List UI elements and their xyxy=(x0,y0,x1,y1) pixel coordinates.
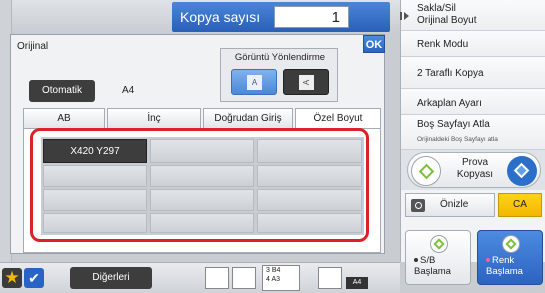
proof-copy-start-icon xyxy=(411,156,441,186)
start-icon xyxy=(502,235,520,253)
others-button[interactable]: Diğerleri xyxy=(70,267,152,289)
checkmark-icon[interactable]: ✔ xyxy=(24,268,44,288)
copy-count-field[interactable]: 1 xyxy=(274,6,349,28)
background-adjust-button[interactable]: Arkaplan Ayarı xyxy=(401,89,545,115)
proof-copy-color-icon xyxy=(507,156,537,186)
duplex-copy-button[interactable]: 2 Taraflı Kopya xyxy=(401,57,545,89)
start-icon xyxy=(430,235,448,253)
paper-icon xyxy=(232,267,256,289)
copy-count-label: Kopya sayısı xyxy=(180,9,261,25)
image-orientation-group: Görüntü Yönlendirme A A xyxy=(220,48,338,102)
custom-size-slot[interactable] xyxy=(150,165,254,187)
expand-arrow-icon[interactable] xyxy=(400,12,409,20)
proof-copy-label: Prova Kopyası xyxy=(456,157,494,180)
copy-count-bar: Kopya sayısı 1 xyxy=(172,2,390,32)
custom-size-slot[interactable] xyxy=(43,213,147,233)
preview-icon xyxy=(411,199,425,212)
tray-status: 3 B4 4 A3 xyxy=(262,265,300,291)
background-adjust-label: Arkaplan Ayarı xyxy=(417,98,482,109)
color-start-label: Renk Başlama xyxy=(486,255,523,277)
custom-size-slot[interactable] xyxy=(257,165,362,187)
clear-all-button[interactable]: CA xyxy=(498,193,542,217)
bw-start-label: S/B Başlama xyxy=(414,255,451,277)
custom-size-slot[interactable] xyxy=(257,189,362,211)
custom-size-slot[interactable] xyxy=(43,165,147,187)
custom-size-grid: X420 Y297 xyxy=(41,137,364,235)
orientation-portrait-button[interactable]: A xyxy=(231,69,277,95)
bottom-bar: ★ ✔ Diğerleri 3 B4 4 A3 A4 xyxy=(0,262,400,293)
custom-size-slot[interactable] xyxy=(150,139,254,163)
orientation-landscape-button[interactable]: A xyxy=(283,69,329,95)
proof-copy-area: Prova Kopyası xyxy=(401,150,545,190)
proof-copy-button[interactable]: Prova Kopyası xyxy=(407,152,541,188)
tab-inch[interactable]: İnç xyxy=(107,108,201,128)
tab-direct-entry[interactable]: Doğrudan Giriş xyxy=(203,108,293,128)
tab-ab[interactable]: AB xyxy=(23,108,105,128)
color-mode-button[interactable]: Renk Modu xyxy=(401,31,545,57)
paper-icon xyxy=(318,267,342,289)
color-start-button[interactable]: Renk Başlama xyxy=(477,230,543,285)
preview-button[interactable]: Önizle xyxy=(405,193,495,217)
custom-size-slot[interactable] xyxy=(257,139,362,163)
blank-page-skip-sub: Orijinaldeki Boş Sayfayı atla xyxy=(417,136,498,143)
tray-line: 4 A3 xyxy=(266,275,281,283)
dialog-title: Orijinal xyxy=(17,41,49,52)
store-delete-label: Sakla/Sil Orijinal Boyut xyxy=(417,3,477,26)
favorites-star-icon[interactable]: ★ xyxy=(2,268,22,288)
tab-custom-size[interactable]: Özel Boyut xyxy=(295,108,381,128)
blank-page-skip-label: Boş Sayfayı Atla xyxy=(417,119,490,130)
orientation-label: Görüntü Yönlendirme xyxy=(234,52,326,63)
color-mode-label: Renk Modu xyxy=(417,39,469,50)
blank-page-skip-button[interactable]: Boş Sayfayı Atla Orijinaldeki Boş Sayfay… xyxy=(401,115,545,150)
custom-size-slot[interactable]: X420 Y297 xyxy=(43,139,147,163)
original-dialog: Orijinal OK Görüntü Yönlendirme A A Otom… xyxy=(10,34,385,254)
auto-size-button[interactable]: Otomatik xyxy=(29,80,95,102)
paper-icon xyxy=(205,267,229,289)
selected-size-value: A4 xyxy=(122,85,135,96)
portrait-page-icon: A xyxy=(247,75,262,90)
tray-line: 3 B4 xyxy=(266,267,281,274)
preview-label: Önizle xyxy=(440,199,469,210)
custom-size-slot[interactable] xyxy=(257,213,362,233)
duplex-copy-label: 2 Taraflı Kopya xyxy=(417,68,484,79)
custom-size-slot[interactable] xyxy=(150,213,254,233)
bw-start-button[interactable]: S/B Başlama xyxy=(405,230,471,285)
paper-size-tag: A4 xyxy=(346,277,368,289)
store-delete-original-size-button[interactable]: Sakla/Sil Orijinal Boyut xyxy=(400,0,545,31)
right-function-panel: Sakla/Sil Orijinal Boyut Renk Modu 2 Tar… xyxy=(400,0,545,285)
ok-button[interactable]: OK xyxy=(363,35,385,53)
custom-size-slot[interactable] xyxy=(150,189,254,211)
landscape-page-icon: A xyxy=(299,75,314,90)
custom-size-slot[interactable] xyxy=(43,189,147,211)
